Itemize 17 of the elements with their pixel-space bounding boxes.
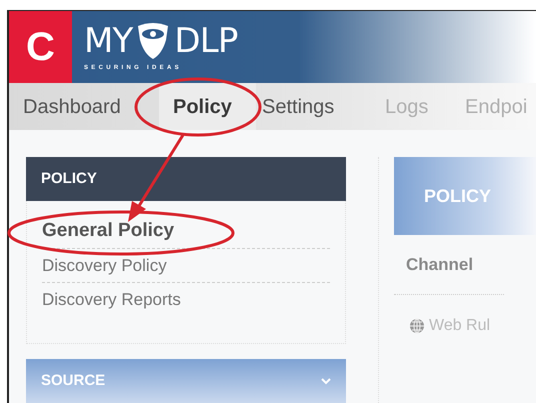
logo-text: DLP xyxy=(174,24,238,58)
logo-text: MY xyxy=(84,24,132,58)
panel-title: POLICY xyxy=(424,184,492,208)
section-title: POLICY xyxy=(41,168,97,189)
logo-letter: C xyxy=(26,27,55,68)
globe-icon xyxy=(409,318,425,334)
nav-tab[interactable]: Settings xyxy=(256,83,371,130)
section-header[interactable]: POLICY xyxy=(26,157,346,201)
nav-tab[interactable]: Policy xyxy=(159,83,256,130)
chevron-down-icon xyxy=(321,377,331,385)
shield-eye-icon xyxy=(136,22,170,60)
sidebar-link[interactable]: Discovery Reports xyxy=(42,283,330,317)
rule-label: Web Rul xyxy=(429,316,490,336)
section-title: SOURCE xyxy=(41,370,106,391)
sidebar-link[interactable]: Discovery Policy xyxy=(42,249,330,283)
nav-tab[interactable]: Dashboard xyxy=(9,83,159,130)
section-heading: Channel xyxy=(406,254,474,276)
